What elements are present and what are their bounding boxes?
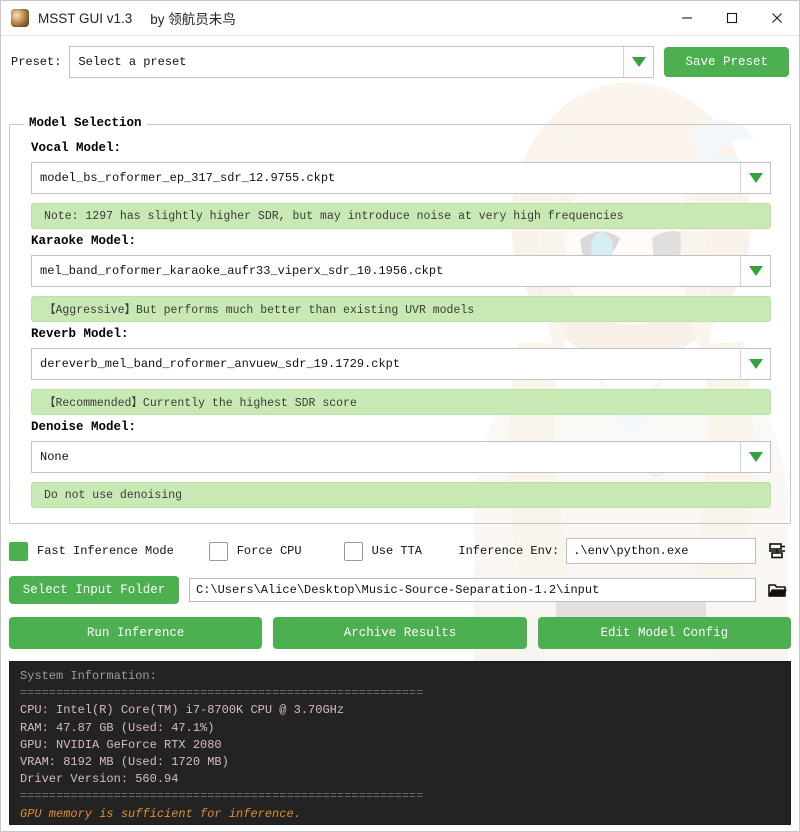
window-title: MSST GUI v1.3 <box>38 10 133 26</box>
reverb-model-value: dereverb_mel_band_roformer_anvuew_sdr_19… <box>40 357 401 371</box>
console-line: System Information: <box>20 669 157 683</box>
karaoke-model-combobox[interactable]: mel_band_roformer_karaoke_aufr33_viperx_… <box>31 255 771 287</box>
use-tta-checkbox[interactable]: Use TTA <box>343 541 459 561</box>
reverb-model-combobox[interactable]: dereverb_mel_band_roformer_anvuew_sdr_19… <box>31 348 771 380</box>
reverb-model-block: Reverb Model: dereverb_mel_band_roformer… <box>10 327 790 415</box>
console-line: RAM: 47.87 GB (Used: 47.1%) <box>20 720 215 735</box>
force-cpu-label: Force CPU <box>236 544 302 558</box>
env-settings-button[interactable] <box>763 537 791 565</box>
model-selection-title: Model Selection <box>24 116 147 130</box>
fast-inference-mode-checkbox[interactable]: Fast Inference Mode <box>9 541 209 561</box>
console-line: CPU: Intel(R) Core(TM) i7-8700K CPU @ 3.… <box>20 703 345 718</box>
input-folder-path-input[interactable] <box>189 578 756 602</box>
window-author: by 领航员未鸟 <box>150 12 236 27</box>
input-folder-row: Select Input Folder <box>9 576 791 604</box>
chevron-down-icon <box>748 359 763 369</box>
console-line: GPU: NVIDIA GeForce RTX 2080 <box>20 737 222 752</box>
chevron-down-icon <box>748 452 763 462</box>
edit-model-config-button[interactable]: Edit Model Config <box>537 617 791 649</box>
force-cpu-checkbox[interactable]: Force CPU <box>208 541 344 561</box>
folder-open-icon <box>768 584 787 597</box>
checkbox-indicator-unchecked[interactable] <box>208 541 228 561</box>
preset-combobox[interactable]: Select a preset <box>69 46 655 78</box>
action-buttons-row: Run Inference Archive Results Edit Model… <box>9 617 791 649</box>
vocal-model-dropdown-arrow[interactable] <box>740 163 770 193</box>
reverb-model-label: Reverb Model: <box>31 327 129 341</box>
karaoke-model-note: 【Aggressive】But performs much better tha… <box>31 296 771 322</box>
archive-results-button[interactable]: Archive Results <box>273 617 527 649</box>
chevron-down-icon <box>631 57 646 67</box>
vocal-model-block: Vocal Model: model_bs_roformer_ep_317_sd… <box>10 141 790 229</box>
denoise-model-value: None <box>40 450 69 464</box>
vocal-model-value: model_bs_roformer_ep_317_sdr_12.9755.ckp… <box>40 171 336 185</box>
denoise-model-dropdown-arrow[interactable] <box>740 442 770 472</box>
select-input-folder-button[interactable]: Select Input Folder <box>9 576 179 604</box>
window-controls <box>664 1 799 35</box>
console-output[interactable]: System Information: =====================… <box>9 661 791 825</box>
browse-folder-button[interactable] <box>763 576 791 604</box>
save-preset-button[interactable]: Save Preset <box>664 47 789 77</box>
preset-dropdown-arrow[interactable] <box>623 47 654 77</box>
close-button[interactable] <box>754 1 799 35</box>
denoise-model-combobox[interactable]: None <box>31 441 771 473</box>
app-window: MSST GUI v1.3 by 领航员未鸟 Preset: Select a … <box>0 0 800 832</box>
karaoke-model-block: Karaoke Model: mel_band_roformer_karaoke… <box>10 234 790 322</box>
karaoke-model-label: Karaoke Model: <box>31 234 137 248</box>
vocal-model-label: Vocal Model: <box>31 141 122 155</box>
model-selection-group: Model Selection Vocal Model: model_bs_ro… <box>9 116 791 524</box>
preset-label: Preset: <box>11 55 62 69</box>
settings-slider-icon <box>769 543 785 559</box>
karaoke-model-value: mel_band_roformer_karaoke_aufr33_viperx_… <box>40 264 444 278</box>
inference-env-label: Inference Env: <box>458 544 560 558</box>
karaoke-model-dropdown-arrow[interactable] <box>740 256 770 286</box>
console-line: GPU memory is sufficient for inference. <box>20 806 301 821</box>
options-row: Fast Inference Mode Force CPU Use TTA In… <box>9 536 791 566</box>
vocal-model-combobox[interactable]: model_bs_roformer_ep_317_sdr_12.9755.ckp… <box>31 162 771 194</box>
denoise-model-note: Do not use denoising <box>31 482 771 508</box>
main-content: Y:∴⌁⚬▵⌷∩Ⅵ Preset: Select a preset Save P… <box>1 36 799 831</box>
reverb-model-note: 【Recommended】Currently the highest SDR s… <box>31 389 771 415</box>
chevron-down-icon <box>748 266 763 276</box>
checkbox-indicator-checked[interactable] <box>9 541 28 561</box>
preset-combobox-value: Select a preset <box>78 55 187 69</box>
console-line: Driver Version: 560.94 <box>20 772 179 787</box>
app-icon <box>11 9 29 27</box>
minimize-button[interactable] <box>664 1 709 35</box>
vocal-model-note: Note: 1297 has slightly higher SDR, but … <box>31 203 771 229</box>
title-bar: MSST GUI v1.3 by 领航员未鸟 <box>1 1 799 36</box>
console-line: ========================================… <box>20 686 424 701</box>
reverb-model-dropdown-arrow[interactable] <box>740 349 770 379</box>
fast-inference-mode-label: Fast Inference Mode <box>37 544 174 558</box>
preset-row: Preset: Select a preset Save Preset <box>1 46 799 78</box>
denoise-model-block: Denoise Model: None Do not use denoising <box>10 420 790 508</box>
denoise-model-label: Denoise Model: <box>31 420 137 434</box>
chevron-down-icon <box>748 173 763 183</box>
console-line: Available RAM is sufficient for inferenc… <box>20 823 790 825</box>
console-line: ========================================… <box>20 789 424 804</box>
inference-env-input[interactable] <box>566 538 756 564</box>
console-line: VRAM: 8192 MB (Used: 1720 MB) <box>20 755 229 770</box>
use-tta-label: Use TTA <box>371 544 422 558</box>
checkbox-indicator-unchecked[interactable] <box>343 541 363 561</box>
maximize-button[interactable] <box>709 1 754 35</box>
run-inference-button[interactable]: Run Inference <box>9 617 263 649</box>
